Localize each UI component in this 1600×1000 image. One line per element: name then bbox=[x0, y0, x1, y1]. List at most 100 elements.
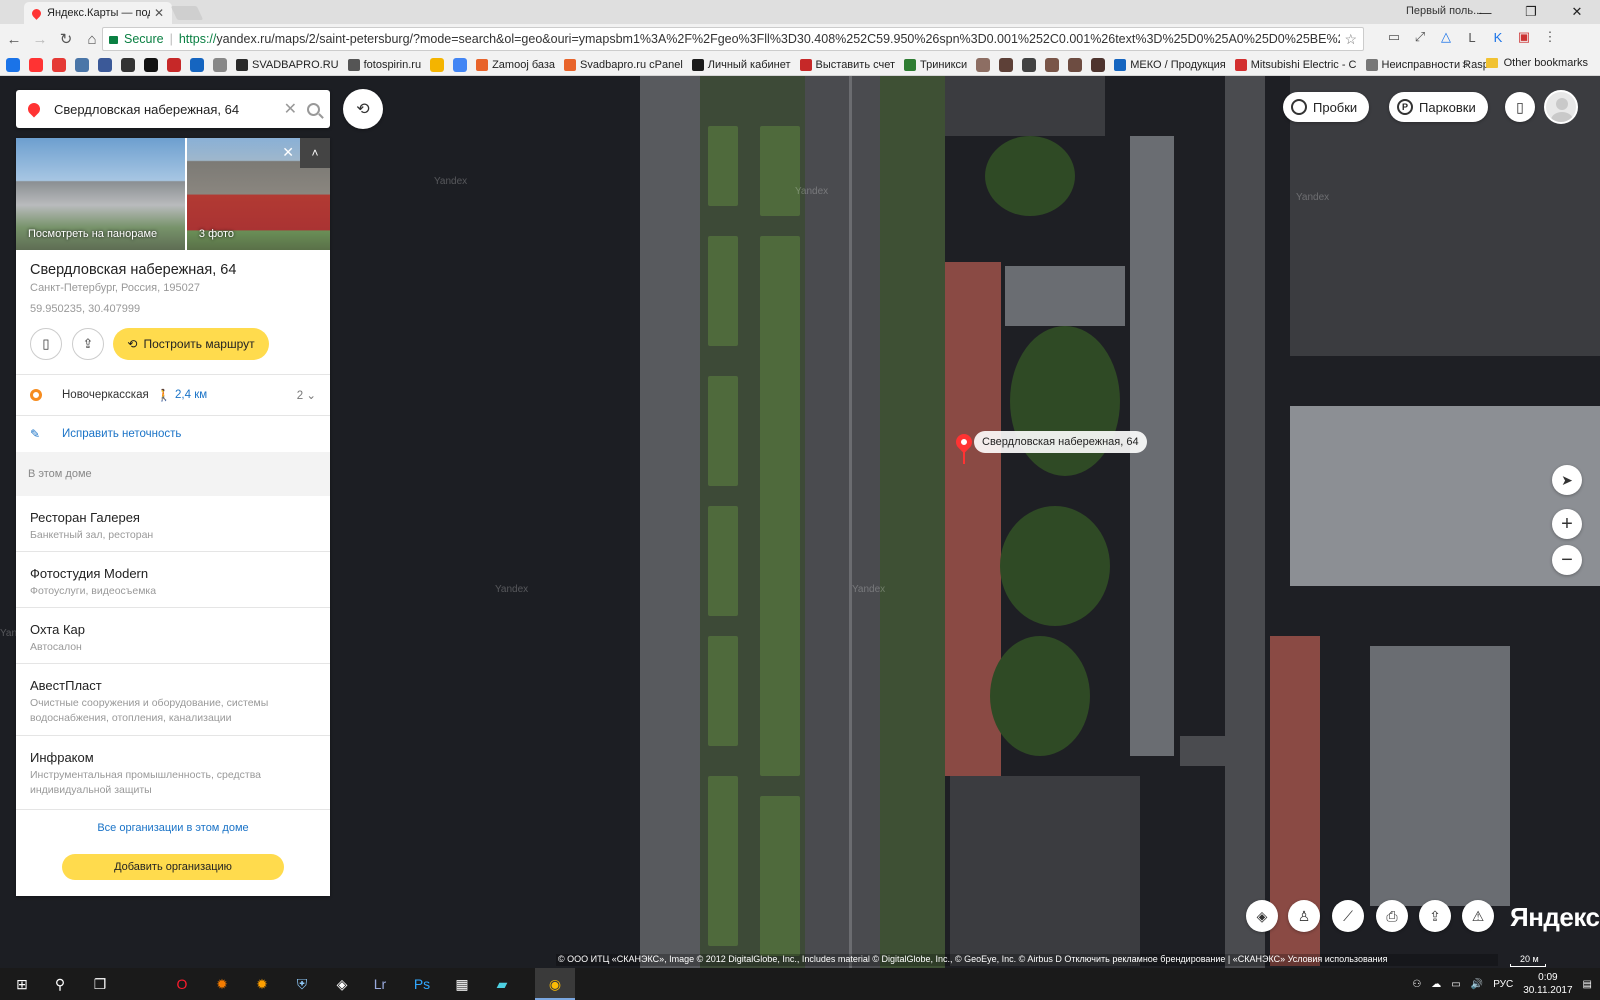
bookmark-vk-icon[interactable] bbox=[75, 57, 89, 72]
zoom-in-button[interactable]: + bbox=[1552, 509, 1582, 539]
cloud-icon[interactable]: ☁ bbox=[1431, 979, 1441, 990]
bookmark-link-icon[interactable] bbox=[213, 57, 227, 72]
person-icon[interactable]: ⚇ bbox=[1412, 979, 1421, 990]
build-route-button[interactable]: ⟲ Построить маршрут bbox=[113, 328, 269, 360]
share-map-button[interactable]: ⇪ bbox=[1419, 900, 1451, 932]
bookmark-app-icon[interactable] bbox=[121, 57, 135, 72]
forward-arrow-icon[interactable]: → bbox=[28, 27, 52, 51]
bookmark-8[interactable]: Mitsubishi Electric - С bbox=[1234, 58, 1357, 71]
satellite-map[interactable]: Yandex Yandex Yandex Yandex Yandex Yande… bbox=[0, 76, 1600, 968]
extension-drive-icon[interactable]: △ bbox=[1438, 29, 1454, 45]
layers-button[interactable]: ◈ bbox=[1246, 900, 1278, 932]
close-tab-icon[interactable]: ✕ bbox=[154, 6, 164, 20]
bookmark-1[interactable]: fotospirin.ru bbox=[347, 58, 421, 71]
bookmark-gmail-icon[interactable] bbox=[52, 57, 66, 72]
input-language[interactable]: РУС bbox=[1493, 979, 1513, 990]
back-arrow-icon[interactable]: ← bbox=[2, 27, 26, 51]
search-icon[interactable]: ⚲ bbox=[48, 972, 72, 996]
bookmark-6[interactable]: Триникси bbox=[904, 58, 967, 71]
maximize-icon[interactable]: ❐ bbox=[1508, 0, 1554, 24]
clear-search-icon[interactable]: ✕ bbox=[284, 99, 297, 119]
cast-icon[interactable]: ▭ bbox=[1386, 29, 1402, 45]
notes-icon[interactable]: ▰ bbox=[490, 972, 514, 996]
notifications-icon[interactable]: ▤ bbox=[1583, 979, 1592, 990]
bookmark-yandex-icon[interactable] bbox=[29, 57, 43, 72]
report-error-button[interactable]: ⚠ bbox=[1462, 900, 1494, 932]
bookmark-9[interactable]: Неисправности Rasp bbox=[1365, 58, 1489, 71]
bookmark-7[interactable]: МЕКО / Продукция bbox=[1114, 58, 1226, 71]
bookmarks-map-button[interactable]: ▯ bbox=[1505, 92, 1535, 122]
bookmark-person5-icon[interactable] bbox=[1068, 57, 1083, 72]
extension-k-icon[interactable]: K bbox=[1490, 29, 1506, 45]
volume-icon[interactable]: 🔊 bbox=[1471, 979, 1483, 990]
extension-arrows-icon[interactable]: ⤢ bbox=[1412, 29, 1428, 45]
panorama-photo[interactable]: Посмотреть на панораме bbox=[16, 138, 185, 250]
more-bookmarks-icon[interactable]: » bbox=[1462, 57, 1469, 71]
search-icon[interactable] bbox=[307, 102, 320, 116]
extension-badge-icon[interactable]: ▣ bbox=[1516, 29, 1532, 45]
bookmark-0[interactable]: SVADBAPRO.RU bbox=[236, 58, 339, 71]
network-icon[interactable]: ▭ bbox=[1451, 979, 1460, 990]
ruler-button[interactable]: ⟋ bbox=[1332, 900, 1364, 932]
fix-inaccuracy-link[interactable]: ✎ Исправить неточность bbox=[16, 416, 330, 452]
chrome-menu-icon[interactable]: ⋮ bbox=[1542, 29, 1558, 45]
opera-icon[interactable]: O bbox=[170, 972, 194, 996]
bookmark-black-icon[interactable] bbox=[144, 57, 158, 72]
bookmark-2[interactable]: Zamooj база bbox=[476, 58, 555, 71]
bookmark-red-icon[interactable] bbox=[167, 57, 181, 72]
list-item[interactable]: Инфраком Инструментальная промышленность… bbox=[16, 736, 330, 810]
bookmark-person3-icon[interactable] bbox=[1022, 57, 1037, 72]
security-shield-icon[interactable]: ⛨ bbox=[290, 972, 314, 996]
bookmark-google-icon[interactable] bbox=[453, 57, 468, 72]
place-coordinates[interactable]: 59.950235, 30.407999 bbox=[30, 303, 140, 315]
collapse-card-icon[interactable]: ˄ bbox=[300, 138, 330, 168]
clock[interactable]: 0:09 30.11.2017 bbox=[1523, 971, 1572, 997]
layers-app-icon[interactable]: ◈ bbox=[330, 972, 354, 996]
traffic-button[interactable]: Пробки bbox=[1283, 92, 1370, 122]
reload-icon[interactable]: ↻ bbox=[54, 27, 78, 51]
marker-label[interactable]: Свердловская набережная, 64 bbox=[974, 431, 1147, 453]
bookmark-5[interactable]: Выставить счет bbox=[799, 58, 895, 71]
bookmark-person4-icon[interactable] bbox=[1045, 57, 1060, 72]
bookmark-person1-icon[interactable] bbox=[976, 57, 991, 72]
new-tab-button[interactable] bbox=[170, 6, 204, 20]
all-organizations-link[interactable]: Все организации в этом доме bbox=[16, 822, 330, 834]
panorama-button[interactable]: ♙ bbox=[1288, 900, 1320, 932]
windows-start-icon[interactable]: ⊞ bbox=[10, 972, 34, 996]
extension-l-icon[interactable]: L bbox=[1464, 29, 1480, 45]
list-item[interactable]: АвестПласт Очистные сооружения и оборудо… bbox=[16, 664, 330, 736]
print-button[interactable]: ⎙ bbox=[1376, 900, 1408, 932]
bookmark-colorful-icon[interactable] bbox=[430, 57, 445, 72]
close-window-icon[interactable]: ✕ bbox=[1554, 0, 1600, 24]
metro-count[interactable]: 2 ⌄ bbox=[297, 388, 316, 402]
bookmark-person2-icon[interactable] bbox=[999, 57, 1014, 72]
bookmark-4[interactable]: Личный кабинет bbox=[691, 58, 791, 71]
bookmark-blue-icon[interactable] bbox=[190, 57, 204, 72]
browser-tab-yandex-maps[interactable]: Яндекс.Карты — подроб ✕ bbox=[24, 2, 172, 24]
search-box[interactable]: Свердловская набережная, 64 ✕ bbox=[16, 90, 330, 128]
home-icon[interactable]: ⌂ bbox=[80, 27, 104, 51]
zoom-out-button[interactable]: − bbox=[1552, 545, 1582, 575]
settings-gear-icon[interactable]: ✹ bbox=[210, 972, 234, 996]
bookmark-facebook-icon[interactable] bbox=[98, 57, 112, 72]
metro-row[interactable]: Новочеркасская 🚶 2,4 км 2 ⌄ bbox=[16, 376, 330, 414]
list-item[interactable]: Охта Кар Автосалон bbox=[16, 608, 330, 664]
bookmark-person6-icon[interactable] bbox=[1091, 57, 1106, 72]
photos-thumbnail[interactable]: 3 фото ✕ ˄ bbox=[186, 138, 330, 250]
lightroom-icon[interactable]: Lr bbox=[368, 972, 392, 996]
search-input[interactable]: Свердловская набережная, 64 bbox=[54, 102, 284, 117]
list-item[interactable]: Ресторан Галерея Банкетный зал, ресторан bbox=[16, 496, 330, 552]
app-gear-icon[interactable]: ✹ bbox=[250, 972, 274, 996]
other-bookmarks[interactable]: Other bookmarks bbox=[1485, 57, 1588, 69]
bookmark-star-icon[interactable]: ☆ bbox=[1344, 31, 1357, 48]
calculator-icon[interactable]: ▦ bbox=[450, 972, 474, 996]
save-bookmark-button[interactable]: ▯ bbox=[30, 328, 62, 360]
bookmark-3[interactable]: Svadbapro.ru cPanel bbox=[564, 58, 683, 71]
task-view-icon[interactable]: ❐ bbox=[88, 972, 112, 996]
minimize-icon[interactable]: — bbox=[1462, 0, 1508, 24]
map-copyright[interactable]: © ООО ИТЦ «СКАНЭКС», Image © 2012 Digita… bbox=[556, 954, 1498, 966]
close-card-icon[interactable]: ✕ bbox=[282, 144, 294, 161]
avatar[interactable] bbox=[1544, 90, 1578, 124]
address-bar[interactable]: Secure | https:// yandex.ru/maps/2/saint… bbox=[102, 27, 1364, 51]
geolocation-button[interactable]: ➤ bbox=[1552, 465, 1582, 495]
